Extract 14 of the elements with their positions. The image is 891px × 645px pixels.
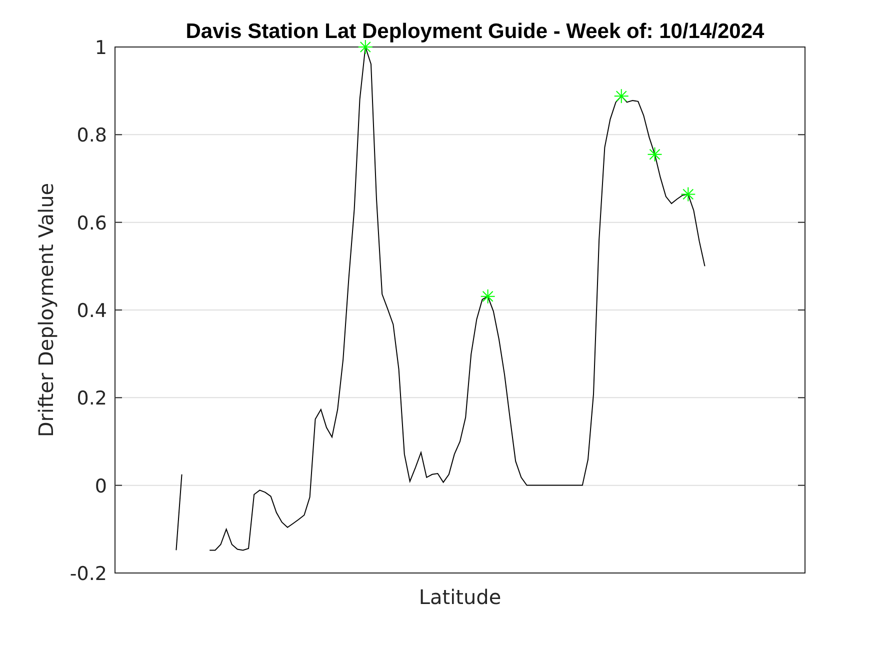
tick-label: 0.2 [76,388,107,410]
star-marker [614,88,629,104]
tick-label: -0.2 [70,563,107,585]
tick-label: 0 [94,475,107,498]
tick-label: 0.4 [76,300,107,322]
star-marker [480,288,496,304]
y-axis-label: Drifter Deployment Value [34,182,58,438]
tick-label: 0.6 [76,212,107,234]
star-marker [647,146,662,162]
tick-label: 0.8 [76,124,107,147]
star-marker [680,186,696,202]
tick-label: 1 [94,37,107,59]
x-axis-label: Latitude [418,585,502,609]
chart-title: Davis Station Lat Deployment Guide - Week of: 10/14/2024 [186,20,764,43]
